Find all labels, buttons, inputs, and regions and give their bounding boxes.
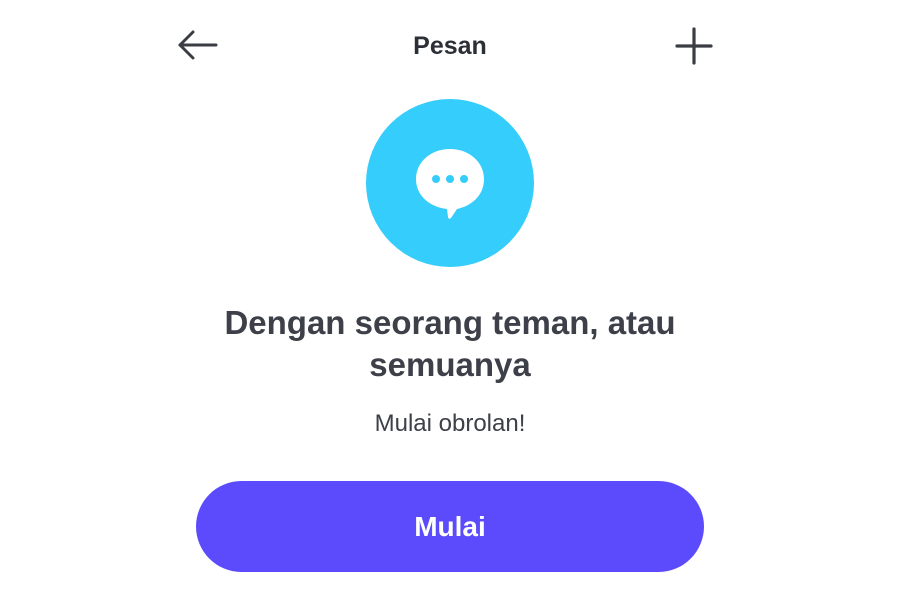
empty-state-headline: Dengan seorang teman, atau semuanya (224, 304, 676, 383)
new-message-button[interactable] (670, 22, 718, 70)
empty-state-subtext: Mulai obrolan! (374, 410, 526, 437)
plus-icon (675, 27, 713, 65)
app-header: Pesan (0, 0, 900, 92)
page-title: Pesan (413, 32, 487, 60)
chat-bubble-icon (416, 149, 484, 219)
messages-screen: Pesan Dengan seorang teman, atau semuany… (0, 0, 900, 612)
start-chat-button[interactable]: Mulai (196, 481, 704, 572)
hero-illustration (366, 99, 534, 267)
